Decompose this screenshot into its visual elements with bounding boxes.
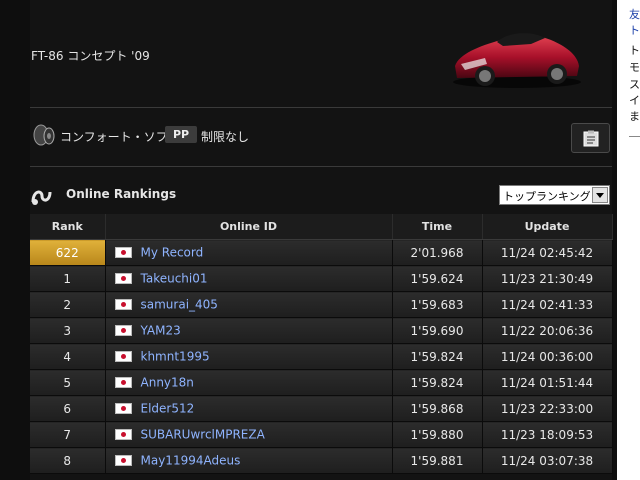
time-cell: 2'01.968: [392, 239, 483, 266]
divider: [30, 166, 612, 167]
time-cell: 1'59.683: [392, 291, 483, 318]
side-text: ト: [629, 44, 640, 57]
page: FT-86 コンセプト '09 コンフォート・ソフト PP 制限なし Onlin…: [0, 0, 640, 480]
pp-value: 制限なし: [201, 130, 250, 144]
col-update: Update: [482, 214, 613, 240]
id-cell: khmnt1995: [105, 343, 393, 370]
time-cell: 1'59.690: [392, 317, 483, 344]
id-cell: Anny18n: [105, 369, 393, 396]
car-name: FT-86 コンセプト '09: [31, 49, 150, 63]
id-cell: YAM23: [105, 317, 393, 344]
id-cell: SUBARUwrclMPREZA: [105, 421, 393, 448]
side-text[interactable]: ト: [629, 24, 640, 37]
japan-flag-icon: [114, 403, 132, 415]
online-id-link[interactable]: khmnt1995: [141, 350, 210, 364]
col-rank: Rank: [30, 214, 106, 240]
japan-flag-icon: [114, 455, 132, 467]
side-text: イ: [629, 94, 640, 107]
clipboard-icon: [583, 130, 599, 147]
rankings-table: Rank Online ID Time Update 622 My Record…: [30, 214, 613, 474]
rank-cell: 8: [30, 447, 106, 474]
update-cell: 11/24 03:07:38: [482, 447, 613, 474]
tyre-icon: [33, 124, 55, 146]
japan-flag-icon: [114, 273, 132, 285]
online-id-link[interactable]: YAM23: [141, 324, 181, 338]
side-text: モ: [629, 61, 640, 74]
online-id-link[interactable]: SUBARUwrclMPREZA: [141, 428, 265, 442]
online-id-link[interactable]: samurai_405: [141, 298, 218, 312]
japan-flag-icon: [114, 377, 132, 389]
update-cell: 11/23 18:09:53: [482, 421, 613, 448]
online-id-link[interactable]: My Record: [141, 246, 204, 260]
update-cell: 11/23 22:33:00: [482, 395, 613, 422]
id-cell: My Record: [105, 239, 393, 266]
col-online-id: Online ID: [105, 214, 393, 240]
rank-cell: 7: [30, 421, 106, 448]
ranking-filter-select[interactable]: トップランキング: [499, 185, 610, 205]
update-cell: 11/22 20:06:36: [482, 317, 613, 344]
table-row[interactable]: 6 Elder512 1'59.868 11/23 22:33:00: [30, 395, 613, 422]
table-row[interactable]: 2 samurai_405 1'59.683 11/24 02:41:33: [30, 291, 613, 318]
rank-cell: 3: [30, 317, 106, 344]
side-text: ま: [629, 110, 640, 123]
time-cell: 1'59.880: [392, 421, 483, 448]
table-row-my-record[interactable]: 622 My Record 2'01.968 11/24 02:45:42: [30, 239, 613, 266]
time-cell: 1'59.824: [392, 369, 483, 396]
side-panel: 友 ト ト モ ス イ ま: [617, 0, 640, 480]
id-cell: Elder512: [105, 395, 393, 422]
japan-flag-icon: [114, 325, 132, 337]
rank-cell: 2: [30, 291, 106, 318]
id-cell: samurai_405: [105, 291, 393, 318]
japan-flag-icon: [114, 429, 132, 441]
id-cell: May11994Adeus: [105, 447, 393, 474]
pp-badge: PP: [165, 126, 197, 143]
online-id-link[interactable]: May11994Adeus: [141, 454, 241, 468]
rank-cell: 622: [30, 239, 106, 266]
table-row[interactable]: 3 YAM23 1'59.690 11/22 20:06:36: [30, 317, 613, 344]
table-row[interactable]: 8 May11994Adeus 1'59.881 11/24 03:07:38: [30, 447, 613, 474]
rank-cell: 5: [30, 369, 106, 396]
update-cell: 11/23 21:30:49: [482, 265, 613, 292]
time-cell: 1'59.881: [392, 447, 483, 474]
japan-flag-icon: [114, 351, 132, 363]
rank-cell: 1: [30, 265, 106, 292]
memo-button[interactable]: [571, 123, 610, 153]
id-cell: Takeuchi01: [105, 265, 393, 292]
time-cell: 1'59.824: [392, 343, 483, 370]
side-text: ス: [629, 78, 640, 91]
update-cell: 11/24 02:41:33: [482, 291, 613, 318]
col-time: Time: [392, 214, 483, 240]
rank-cell: 6: [30, 395, 106, 422]
update-cell: 11/24 00:36:00: [482, 343, 613, 370]
car-image: [453, 33, 581, 88]
online-id-link[interactable]: Elder512: [141, 402, 195, 416]
time-cell: 1'59.868: [392, 395, 483, 422]
table-header: Rank Online ID Time Update: [30, 214, 613, 240]
update-cell: 11/24 01:51:44: [482, 369, 613, 396]
rank-cell: 4: [30, 343, 106, 370]
side-text[interactable]: 友: [629, 8, 640, 21]
update-cell: 11/24 02:45:42: [482, 239, 613, 266]
table-row[interactable]: 4 khmnt1995 1'59.824 11/24 00:36:00: [30, 343, 613, 370]
chevron-down-icon[interactable]: [592, 187, 608, 203]
tyre-label: コンフォート・ソフト: [60, 130, 180, 144]
table-row[interactable]: 1 Takeuchi01 1'59.624 11/23 21:30:49: [30, 265, 613, 292]
japan-flag-icon: [114, 247, 132, 259]
online-id-link[interactable]: Takeuchi01: [141, 272, 208, 286]
table-row[interactable]: 5 Anny18n 1'59.824 11/24 01:51:44: [30, 369, 613, 396]
online-rankings-icon: [31, 190, 52, 205]
side-divider: [629, 136, 640, 137]
japan-flag-icon: [114, 299, 132, 311]
ranking-filter-value: トップランキング: [503, 190, 591, 203]
rankings-title: Online Rankings: [66, 187, 177, 201]
divider: [30, 107, 612, 108]
online-id-link[interactable]: Anny18n: [141, 376, 194, 390]
table-row[interactable]: 7 SUBARUwrclMPREZA 1'59.880 11/23 18:09:…: [30, 421, 613, 448]
time-cell: 1'59.624: [392, 265, 483, 292]
